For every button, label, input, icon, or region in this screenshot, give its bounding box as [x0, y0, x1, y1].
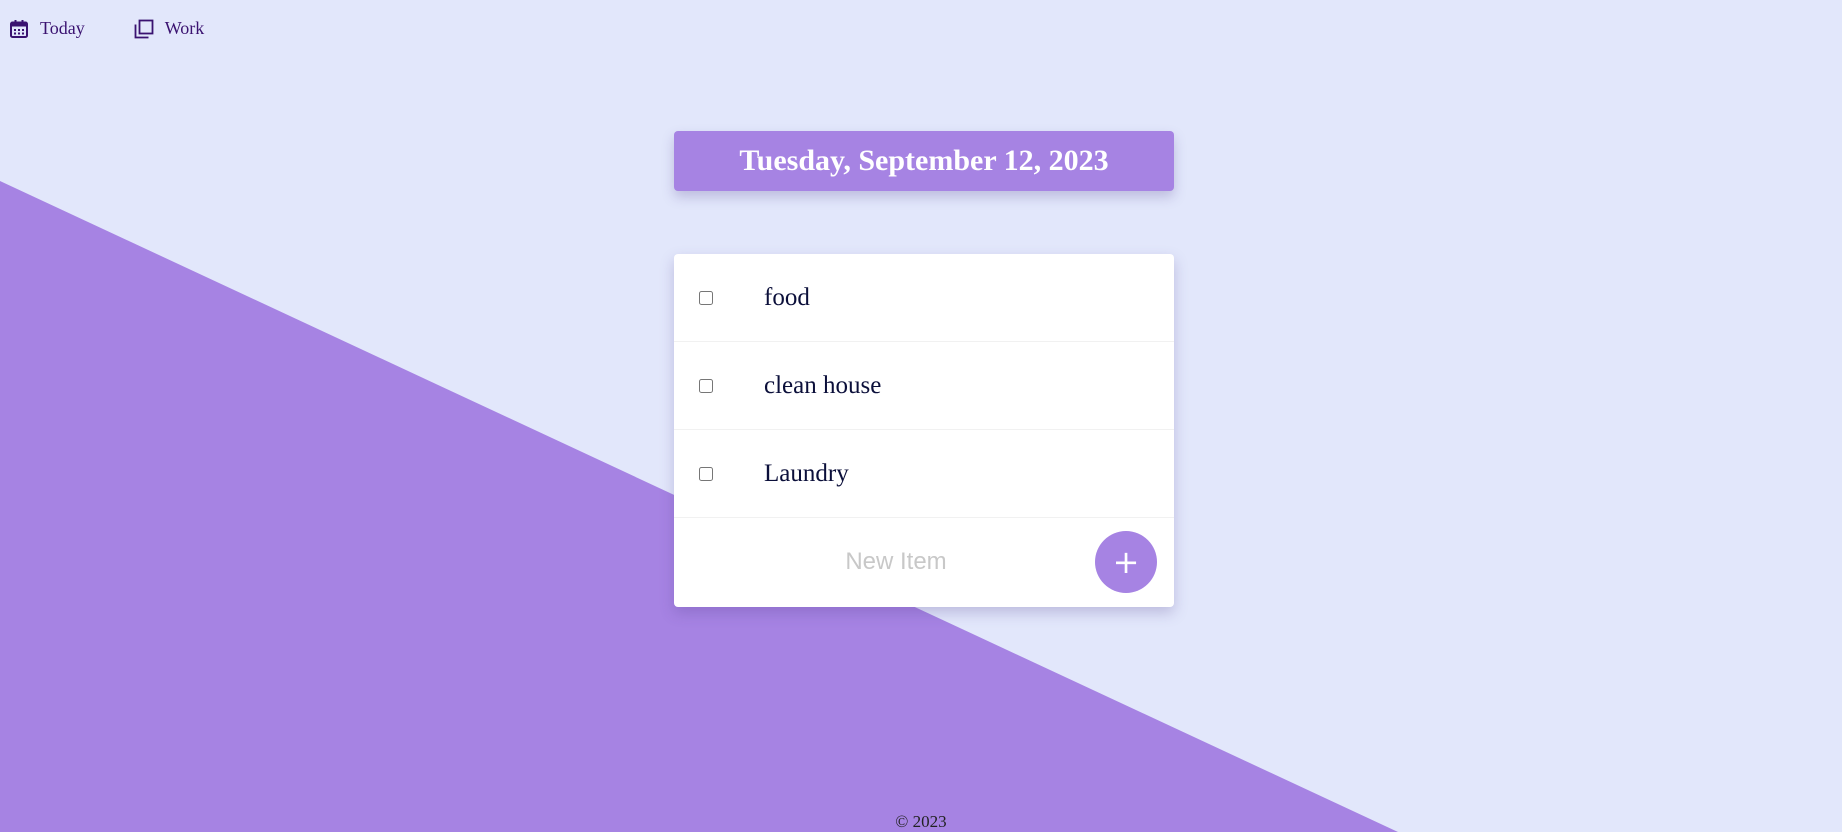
page-title: Tuesday, September 12, 2023	[739, 144, 1109, 177]
calendar-icon	[9, 19, 29, 39]
todo-item: clean house	[674, 342, 1174, 430]
date-header: Tuesday, September 12, 2023	[674, 131, 1174, 191]
todo-list-card: food clean house Laundry +	[674, 254, 1174, 607]
todo-item-text: food	[764, 283, 810, 311]
top-nav: Today Work	[9, 18, 204, 39]
nav-item-label: Today	[40, 18, 85, 38]
nav-item-today[interactable]: Today	[9, 18, 85, 39]
todo-checkbox[interactable]	[699, 290, 713, 305]
new-item-input[interactable]	[694, 547, 1098, 577]
todo-checkbox[interactable]	[699, 378, 713, 393]
copy-icon	[134, 19, 154, 39]
todo-item: Laundry	[674, 430, 1174, 518]
todo-item-text: clean house	[764, 371, 882, 399]
nav-item-label: Work	[164, 18, 205, 38]
todo-checkbox[interactable]	[699, 466, 713, 481]
nav-item-work[interactable]: Work	[134, 18, 205, 39]
footer: © 2023	[0, 812, 1842, 832]
todo-item: food	[674, 254, 1174, 342]
new-item-row: +	[674, 518, 1174, 606]
todo-item-text: Laundry	[764, 459, 849, 487]
add-item-button[interactable]: +	[1095, 531, 1157, 593]
copyright-text: © 2023	[895, 812, 947, 831]
